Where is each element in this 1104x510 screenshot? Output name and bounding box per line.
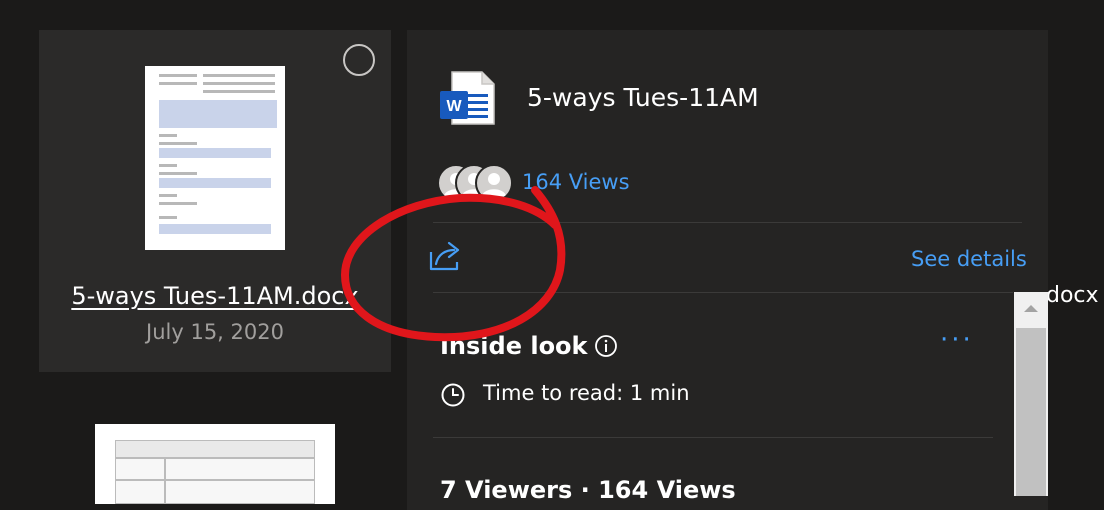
file-name-overflow: docx [1046, 283, 1099, 308]
word-doc-icon: W [440, 71, 495, 125]
avatar [475, 164, 513, 202]
file-name-link[interactable]: 5-ways Tues-11AM.docx [39, 282, 391, 310]
document-thumbnail[interactable] [145, 66, 285, 250]
clock-icon [441, 383, 465, 407]
chevron-up-icon [1024, 305, 1038, 312]
share-icon[interactable] [428, 240, 464, 272]
select-circle-icon[interactable] [343, 44, 375, 76]
info-icon[interactable] [594, 334, 618, 358]
views-link[interactable]: 164 Views [522, 170, 630, 194]
document-title: 5-ways Tues-11AM [527, 83, 759, 112]
viewer-avatars [437, 164, 517, 202]
svg-text:W: W [446, 98, 462, 115]
scroll-thumb[interactable] [1016, 328, 1046, 496]
divider [433, 222, 1022, 223]
more-options-button[interactable]: ··· [940, 325, 974, 355]
time-to-read: Time to read: 1 min [483, 381, 690, 405]
divider [433, 292, 1013, 293]
viewers-summary: 7 Viewers · 164 Views [440, 476, 736, 504]
inside-look-heading: Inside look [440, 332, 588, 360]
scrollbar[interactable] [1014, 292, 1048, 496]
see-details-link[interactable]: See details [911, 247, 1027, 271]
document-thumbnail[interactable] [95, 424, 335, 504]
scroll-up-button[interactable] [1014, 292, 1048, 326]
divider [433, 437, 993, 438]
file-date: July 15, 2020 [146, 320, 284, 344]
